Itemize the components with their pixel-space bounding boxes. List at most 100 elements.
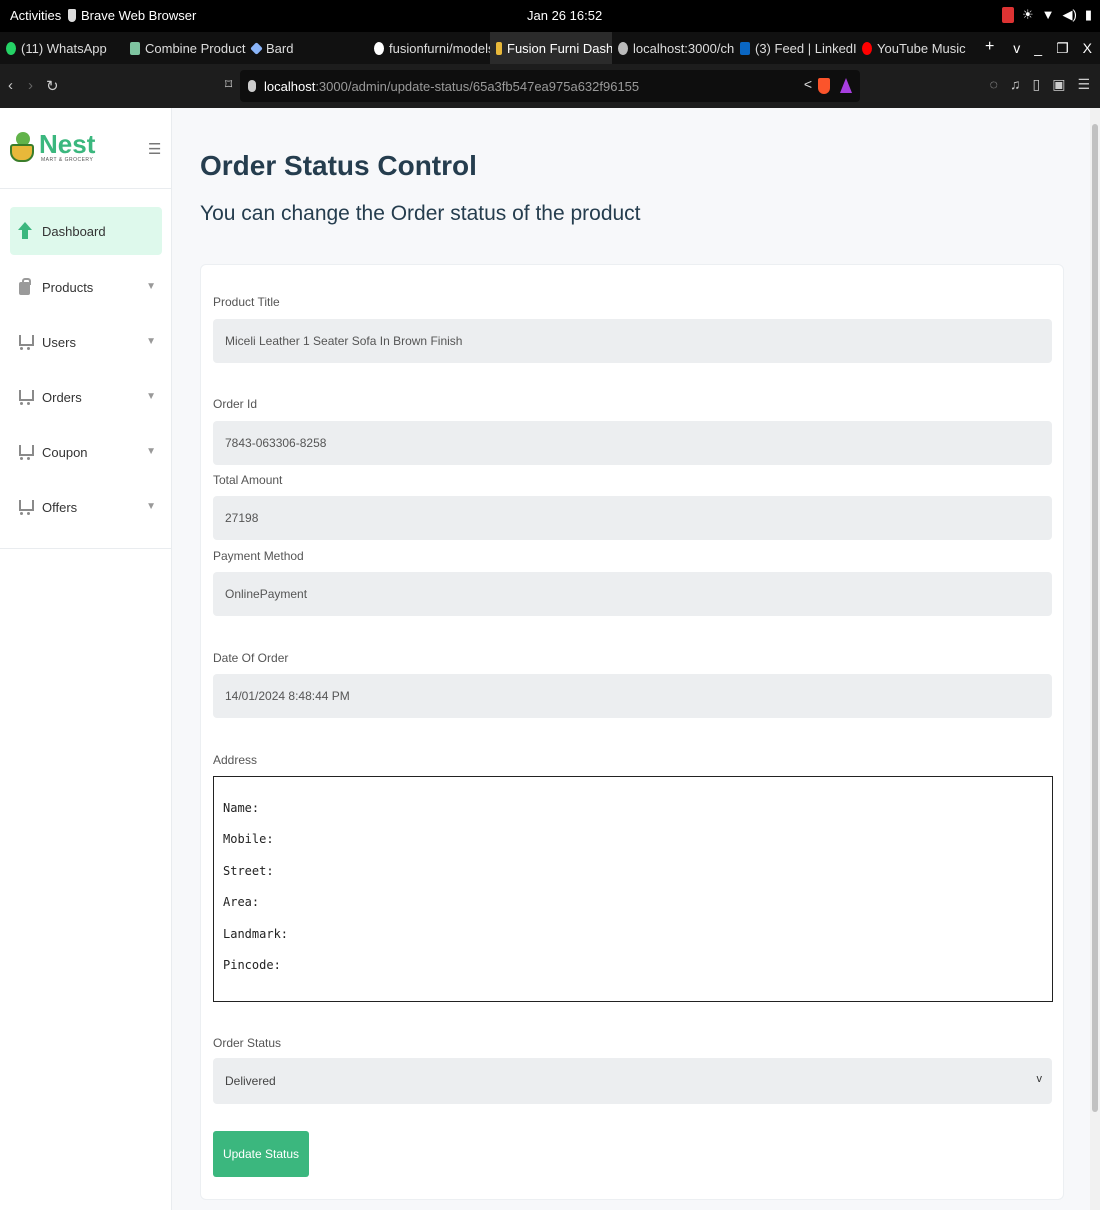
wallet-icon[interactable]: ▣ <box>1052 76 1065 93</box>
sidebar-item-products[interactable]: Products ▼ <box>10 263 162 311</box>
sidebar-item-label: Orders <box>42 389 82 405</box>
reload-icon[interactable]: ↻ <box>46 77 59 95</box>
cart-icon <box>18 333 34 351</box>
tab-combine-product[interactable]: Combine Product and Cat <box>124 32 246 64</box>
sidebar-item-orders[interactable]: Orders ▼ <box>10 373 162 421</box>
youtube-music-icon <box>862 41 872 55</box>
app-menu[interactable]: Brave Web Browser <box>68 8 196 23</box>
tab-strip: (11) WhatsApp Combine Product and Cat Ba… <box>0 32 1100 64</box>
close-window-button[interactable]: X <box>1083 40 1092 56</box>
tab-label: Combine Product and Cat <box>145 40 246 56</box>
chevron-down-icon: ▼ <box>146 446 156 457</box>
update-status-button[interactable]: Update Status <box>213 1131 309 1177</box>
bag-icon <box>18 278 32 296</box>
brave-rewards-icon[interactable] <box>840 78 852 93</box>
sidebar-divider <box>0 548 172 549</box>
brand-name: Nest <box>39 129 96 159</box>
sidebar-item-label: Coupon <box>42 444 88 460</box>
tab-github[interactable]: fusionfurni/models at ma <box>368 32 490 64</box>
tab-label: (11) WhatsApp <box>21 40 107 56</box>
activities-button[interactable]: Activities <box>10 8 61 23</box>
chevron-down-icon: ▼ <box>146 336 156 347</box>
forward-icon[interactable]: › <box>28 77 33 94</box>
tab-linkedin[interactable]: (3) Feed | LinkedIn <box>734 32 856 64</box>
order-status-value: Delivered <box>225 1074 276 1088</box>
github-icon <box>374 41 384 55</box>
tab-youtube-music[interactable]: YouTube Music <box>856 32 978 64</box>
tab-label: (3) Feed | LinkedIn <box>755 40 856 56</box>
order-status-form: Product Title Miceli Leather 1 Seater So… <box>200 264 1064 1200</box>
tab-label: fusionfurni/models at ma <box>389 40 490 56</box>
brightness-icon: ☀ <box>1021 7 1034 22</box>
tab-whatsapp[interactable]: (11) WhatsApp <box>0 32 124 64</box>
screen-record-icon[interactable] <box>1001 7 1014 23</box>
restore-button[interactable]: ❐ <box>1056 40 1069 57</box>
browser-actions: ◌ ♫ ▯ ▣ ☰ <box>990 76 1090 93</box>
address-landmark-line: Landmark: <box>223 926 289 941</box>
brave-shields-icon[interactable] <box>818 78 830 94</box>
window-controls: v _ ❐ X <box>1013 32 1092 64</box>
cart-icon <box>18 388 34 406</box>
brand-logo[interactable]: Nest MART & GROCERY <box>8 130 95 164</box>
sidebar-item-offers[interactable]: Offers ▼ <box>10 483 162 531</box>
order-status-select[interactable]: Delivered v <box>213 1058 1052 1104</box>
system-tray[interactable]: ☀ ▼ ◀) ▮ <box>1001 6 1092 24</box>
order-status-label: Order Status <box>213 1036 282 1050</box>
sidebar: Nest MART & GROCERY ☰ Dashboard Products… <box>0 108 172 1210</box>
home-icon <box>18 222 32 240</box>
sidebar-item-users[interactable]: Users ▼ <box>10 318 162 366</box>
scrollbar-thumb[interactable] <box>1092 124 1098 1112</box>
app-name: Brave Web Browser <box>81 8 197 23</box>
total-amount-field[interactable]: 27198 <box>213 496 1052 540</box>
tab-bard[interactable]: Bard <box>246 32 368 64</box>
cart-icon <box>18 498 34 516</box>
payment-method-field[interactable]: OnlinePayment <box>213 572 1052 616</box>
bookmark-icon[interactable]: ⌑ <box>225 76 232 93</box>
payment-method-label: Payment Method <box>213 549 304 563</box>
tab-label: YouTube Music <box>877 40 966 56</box>
minimize-button[interactable]: _ <box>1034 40 1042 56</box>
sidebar-item-coupon[interactable]: Coupon ▼ <box>10 428 162 476</box>
wifi-icon: ▼ <box>1041 7 1055 22</box>
total-amount-label: Total Amount <box>213 473 283 487</box>
chevron-down-icon: v <box>1036 1073 1043 1085</box>
sidebar-toggle-icon[interactable]: ▯ <box>1032 76 1040 93</box>
sidebar-divider <box>0 188 172 189</box>
collapse-sidebar-icon[interactable]: ☰ <box>148 140 161 158</box>
tab-label: Bard <box>266 40 294 56</box>
new-tab-button[interactable]: + <box>985 38 994 56</box>
sidebar-item-label: Offers <box>42 499 78 515</box>
chevron-down-icon: ▼ <box>146 281 156 292</box>
nest-favicon-icon <box>496 41 502 55</box>
page-scrollbar[interactable] <box>1090 108 1100 1210</box>
site-info-icon[interactable] <box>248 80 256 92</box>
date-of-order-label: Date Of Order <box>213 651 289 665</box>
product-title-label: Product Title <box>213 295 280 309</box>
volume-icon: ◀) <box>1062 7 1077 22</box>
order-id-field[interactable]: 7843-063306-8258 <box>213 421 1052 465</box>
brave-lion-icon <box>68 9 76 22</box>
address-textarea[interactable]: Name: Mobile: Street: Area: Landmark: Pi… <box>213 776 1053 1002</box>
address-street-line: Street: <box>223 863 274 878</box>
share-icon[interactable]: < <box>804 76 812 92</box>
url-path: :3000/admin/update-status/65a3fb547ea975… <box>315 78 640 94</box>
media-icon[interactable]: ♫ <box>1010 76 1021 93</box>
tab-search-button[interactable]: v <box>1013 40 1020 56</box>
sidebar-item-dashboard[interactable]: Dashboard <box>10 207 162 255</box>
cart-icon <box>18 443 34 461</box>
address-label: Address <box>213 753 258 767</box>
page-subtitle: You can change the Order status of the p… <box>200 202 641 225</box>
clock[interactable]: Jan 26 16:52 <box>527 8 602 23</box>
browser-menu-icon[interactable]: ☰ <box>1077 76 1090 93</box>
address-name-line: Name: <box>223 801 260 815</box>
address-bar[interactable]: localhost:3000/admin/update-status/65a3f… <box>240 70 860 102</box>
brand-tagline: MART & GROCERY <box>41 157 94 163</box>
page-content: Nest MART & GROCERY ☰ Dashboard Products… <box>0 108 1100 1210</box>
sheet-icon <box>130 41 140 55</box>
tab-checkout[interactable]: localhost:3000/checkout <box>612 32 734 64</box>
back-icon[interactable]: ‹ <box>8 77 13 94</box>
product-title-field[interactable]: Miceli Leather 1 Seater Sofa In Brown Fi… <box>213 319 1052 363</box>
tab-fusion-furni[interactable]: Fusion Furni Dashboa x <box>490 32 612 64</box>
date-of-order-field[interactable]: 14/01/2024 8:48:44 PM <box>213 674 1052 718</box>
notifications-icon[interactable]: ◌ <box>990 76 998 93</box>
